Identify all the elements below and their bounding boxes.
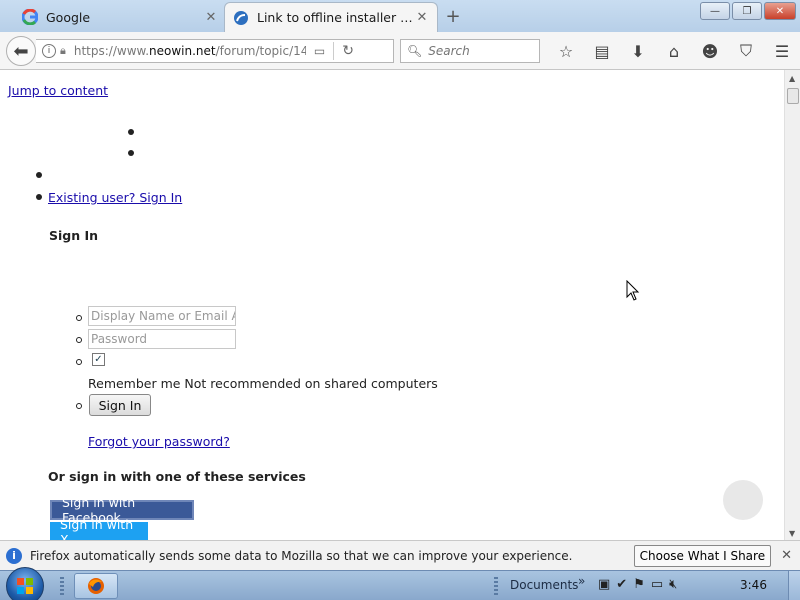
document-icon[interactable]: ▣ xyxy=(598,577,610,592)
web-page: Jump to content Existing user? Sign In S… xyxy=(0,70,784,547)
show-desktop-button[interactable] xyxy=(788,571,800,600)
mouse-cursor-icon xyxy=(626,280,640,301)
volume-muted-icon[interactable]: 🔇︎ xyxy=(669,577,677,592)
taskbar-grip xyxy=(60,577,64,595)
password-field[interactable] xyxy=(88,329,236,349)
list-bullet xyxy=(36,172,42,178)
windows-logo-icon xyxy=(17,578,33,594)
url-text[interactable]: https://www.neowin.net/forum/topic/143 xyxy=(74,44,306,58)
list-bullet xyxy=(76,359,82,365)
list-bullet xyxy=(36,194,42,200)
list-bullet xyxy=(76,315,82,321)
system-tray: ▣ ✔ ⚑ ▭ 🔇︎ xyxy=(598,577,677,592)
url-domain: neowin.net xyxy=(149,44,216,58)
start-button[interactable] xyxy=(6,567,44,600)
neowin-icon xyxy=(234,10,248,25)
tab-close-icon[interactable]: ✕ xyxy=(415,10,429,25)
taskbar-firefox-button[interactable] xyxy=(74,573,118,599)
tab-bar: Google ✕ Link to offline installer for .… xyxy=(0,0,800,32)
security-icon[interactable]: ✔ xyxy=(616,577,627,592)
services-heading: Or sign in with one of these services xyxy=(48,469,306,484)
sign-in-heading: Sign In xyxy=(49,228,99,243)
documents-toolbar[interactable]: Documents xyxy=(510,578,578,592)
navigation-toolbar: ⬅ i 🔒︎ https://www.neowin.net/forum/topi… xyxy=(0,32,800,70)
google-icon xyxy=(22,9,38,25)
url-prefix: https://www. xyxy=(73,44,150,58)
firefox-icon xyxy=(88,578,104,594)
lock-icon[interactable]: 🔒︎ xyxy=(60,44,66,58)
minimize-button[interactable]: — xyxy=(700,2,730,20)
tab-label: Google xyxy=(46,9,91,25)
x-sign-in-button[interactable]: Sign in with X xyxy=(50,517,148,547)
close-window-button[interactable]: ✕ xyxy=(764,2,796,20)
jump-to-content-link[interactable]: Jump to content xyxy=(8,83,108,98)
list-bullet xyxy=(128,129,134,135)
search-bar[interactable]: 🔍︎ xyxy=(400,39,540,63)
list-bullet xyxy=(76,337,82,343)
remember-me-label: Remember me Not recommended on shared co… xyxy=(88,376,438,391)
scroll-up-icon[interactable]: ▲ xyxy=(789,74,795,83)
existing-user-sign-in-link[interactable]: Existing user? Sign In xyxy=(48,190,182,205)
bookmark-star-icon[interactable]: ☆ xyxy=(548,40,584,62)
info-icon: i xyxy=(6,547,22,564)
toolbar-chevron-icon[interactable]: » xyxy=(578,574,585,588)
tab-google[interactable]: Google ✕ xyxy=(14,2,226,32)
maximize-button[interactable]: ❐ xyxy=(732,2,762,20)
remember-me-checkbox[interactable]: ✓ xyxy=(92,353,105,366)
window-controls: — ❐ ✕ xyxy=(700,2,796,20)
username-field[interactable] xyxy=(88,306,236,326)
menu-icon[interactable]: ☰ xyxy=(764,40,800,62)
network-icon[interactable]: ▭ xyxy=(651,577,663,592)
list-bullet xyxy=(128,150,134,156)
floating-action-button[interactable] xyxy=(723,480,763,520)
address-bar[interactable]: i 🔒︎ https://www.neowin.net/forum/topic/… xyxy=(36,39,394,63)
forgot-password-link[interactable]: Forgot your password? xyxy=(88,434,230,449)
tab-neowin[interactable]: Link to offline installer for ... ✕ xyxy=(224,2,438,32)
clock[interactable]: 3:46 xyxy=(740,578,767,592)
reload-icon[interactable]: ↻ xyxy=(342,43,354,59)
sign-in-button[interactable]: Sign In xyxy=(89,394,151,416)
tab-label: Link to offline installer for ... xyxy=(257,10,415,25)
home-icon[interactable]: ⌂ xyxy=(656,40,692,62)
flag-icon[interactable]: ⚑ xyxy=(633,577,645,592)
reader-view-icon[interactable]: ▭ xyxy=(314,44,325,58)
vertical-scrollbar[interactable]: ▲ ▼ xyxy=(784,70,800,540)
hello-icon[interactable]: ☻ xyxy=(692,40,728,62)
list-bullet xyxy=(76,403,82,409)
taskbar: Documents » ▣ ✔ ⚑ ▭ 🔇︎ 3:46 xyxy=(0,567,800,600)
choose-what-i-share-button[interactable]: Choose What I Share xyxy=(633,544,772,567)
download-icon[interactable]: ⬇ xyxy=(620,40,656,62)
separator xyxy=(333,42,335,60)
search-icon: 🔍︎ xyxy=(407,44,423,58)
back-button[interactable]: ⬅ xyxy=(6,36,36,66)
arrow-left-icon: ⬅ xyxy=(13,40,29,62)
taskbar-grip xyxy=(494,577,498,595)
pocket-icon[interactable]: ⛉ xyxy=(728,40,764,62)
scroll-thumb[interactable] xyxy=(787,88,799,104)
tab-close-icon[interactable]: ✕ xyxy=(204,10,218,25)
close-notification-icon[interactable]: ✕ xyxy=(781,548,792,563)
notification-message: Firefox automatically sends some data to… xyxy=(30,548,573,563)
new-tab-button[interactable]: + xyxy=(444,6,462,27)
notification-bar: i Firefox automatically sends some data … xyxy=(0,540,800,570)
url-path: /forum/topic/143 xyxy=(215,44,306,58)
info-icon[interactable]: i xyxy=(42,44,56,58)
bookmarks-list-icon[interactable]: ▤ xyxy=(584,40,620,62)
toolbar-icons: ☆ ▤ ⬇ ⌂ ☻ ⛉ ☰ xyxy=(548,40,800,62)
scroll-down-icon[interactable]: ▼ xyxy=(789,529,795,538)
search-input[interactable] xyxy=(428,44,529,58)
